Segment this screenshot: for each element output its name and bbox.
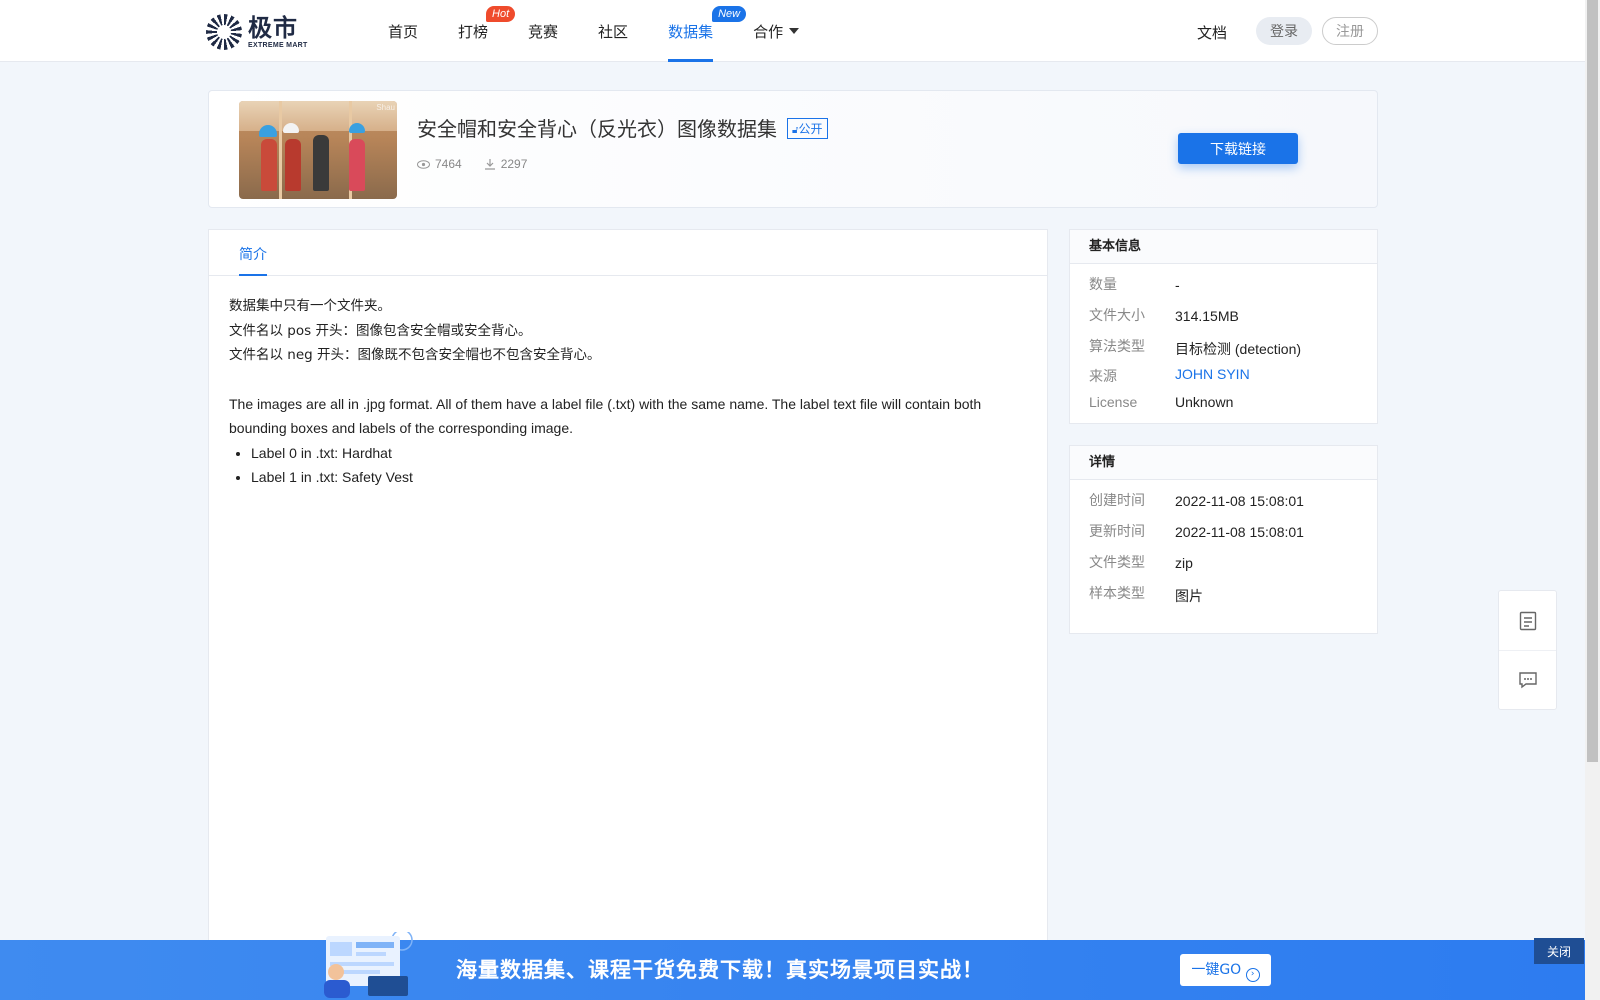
- details-title: 详情: [1070, 446, 1377, 480]
- detail-value: 图片: [1175, 589, 1203, 605]
- eye-icon: [417, 159, 430, 169]
- promo-illustration: [324, 932, 413, 998]
- dataset-header-card: Shau 安全帽和安全背心（反光衣）图像数据集 🔓︎公开 7464 2297 下载…: [208, 90, 1378, 208]
- detail-value: zip: [1175, 555, 1193, 571]
- main-nav: 首页 打榜 Hot 竞赛 社区 数据集 New 合作: [388, 0, 839, 62]
- register-button[interactable]: 注册: [1322, 17, 1378, 45]
- detail-key: 创建时间: [1089, 493, 1145, 509]
- banner-go-button[interactable]: 一键GO ›: [1180, 954, 1271, 986]
- nav-community-label: 社区: [598, 22, 629, 41]
- logo-en-text: EXTREME MART: [248, 41, 308, 49]
- list-item: Label 1 in .txt: Safety Vest: [251, 465, 1027, 490]
- downloads-stat: 2297: [484, 157, 528, 171]
- detail-key: 样本类型: [1089, 586, 1145, 602]
- nav-cooperation[interactable]: 合作: [753, 0, 800, 62]
- detail-value: 2022-11-08 15:08:01: [1175, 524, 1304, 540]
- detail-row-created: 创建时间 2022-11-08 15:08:01: [1070, 490, 1377, 521]
- floating-toolbar: [1498, 590, 1557, 710]
- logo-mark-icon: [206, 14, 242, 50]
- logo-cn-text: 极市: [248, 13, 298, 42]
- visibility-tag-label: 公开: [798, 122, 823, 136]
- document-tool-button[interactable]: [1499, 591, 1556, 650]
- list-item: Label 0 in .txt: Hardhat: [251, 441, 1027, 466]
- download-link-button[interactable]: 下载链接: [1178, 133, 1298, 164]
- top-header: 极市 EXTREME MART 首页 打榜 Hot 竞赛 社区 数据集 New 合作…: [0, 0, 1585, 62]
- intro-content: 数据集中只有一个文件夹。 文件名以 pos 开头：图像包含安全帽或安全背心。 文…: [209, 276, 1047, 508]
- detail-row-sampletype: 样本类型 图片: [1070, 583, 1377, 614]
- intro-cn-line: 数据集中只有一个文件夹。: [229, 298, 391, 314]
- downloads-count: 2297: [500, 157, 528, 171]
- nav-competition-label: 竞赛: [528, 22, 559, 41]
- promo-banner: 海量数据集、课程干货免费下载！真实场景项目实战！ 一键GO › 关闭: [0, 932, 1585, 1000]
- comment-icon: [1518, 672, 1537, 689]
- nav-home-label: 首页: [388, 22, 419, 41]
- thumbnail-watermark: Shau: [376, 103, 395, 112]
- info-row-algorithm: 算法类型 目标检测 (detection): [1070, 336, 1377, 366]
- banner-go-label: 一键GO: [1191, 961, 1242, 978]
- info-value: Unknown: [1175, 394, 1234, 410]
- hot-badge: Hot: [486, 6, 516, 22]
- site-logo[interactable]: 极市 EXTREME MART: [206, 14, 308, 50]
- label-list: Label 0 in .txt: Hardhat Label 1 in .txt…: [251, 441, 1027, 490]
- nav-leaderboard-label: 打榜: [458, 22, 489, 41]
- intro-cn-line: 文件名以 pos 开头：图像包含安全帽或安全背心。: [229, 322, 532, 339]
- login-button[interactable]: 登录: [1256, 17, 1312, 45]
- detail-row-filetype: 文件类型 zip: [1070, 552, 1377, 583]
- intro-panel: 简介 数据集中只有一个文件夹。 文件名以 pos 开头：图像包含安全帽或安全背心…: [208, 229, 1048, 949]
- docs-link[interactable]: 文档: [1197, 22, 1227, 43]
- download-icon: [484, 159, 495, 170]
- document-icon: [1519, 611, 1536, 630]
- info-key: 文件大小: [1089, 308, 1145, 324]
- source-link[interactable]: JOHN SYIN: [1175, 366, 1250, 394]
- tab-intro[interactable]: 简介: [239, 244, 267, 276]
- arrow-right-circle-icon: ›: [1245, 967, 1260, 982]
- new-badge: New: [712, 6, 747, 22]
- nav-competition[interactable]: 竞赛: [528, 0, 558, 62]
- intro-en-paragraph: The images are all in .jpg format. All o…: [229, 395, 982, 437]
- nav-datasets-label: 数据集: [668, 22, 714, 41]
- nav-home[interactable]: 首页: [388, 0, 418, 62]
- dataset-title-text: 安全帽和安全背心（反光衣）图像数据集: [417, 117, 777, 141]
- detail-key: 文件类型: [1089, 555, 1145, 571]
- intro-cn-line: 文件名以 neg 开头：图像既不包含安全帽也不包含安全背心。: [229, 347, 601, 363]
- dataset-thumbnail: Shau: [239, 101, 397, 199]
- info-value: 314.15MB: [1175, 308, 1239, 324]
- nav-leaderboard[interactable]: 打榜 Hot: [458, 0, 516, 62]
- info-key: 算法类型: [1089, 339, 1145, 355]
- info-value: -: [1175, 277, 1180, 293]
- info-row-source: 来源 JOHN SYIN: [1070, 366, 1377, 394]
- detail-row-updated: 更新时间 2022-11-08 15:08:01: [1070, 521, 1377, 552]
- info-key: 来源: [1089, 369, 1117, 385]
- nav-community[interactable]: 社区: [598, 0, 628, 62]
- dataset-stats: 7464 2297: [417, 157, 527, 171]
- nav-cooperation-label: 合作: [753, 22, 784, 41]
- comment-tool-button[interactable]: [1499, 650, 1556, 709]
- detail-value: 2022-11-08 15:08:01: [1175, 493, 1304, 509]
- details-card: 详情 创建时间 2022-11-08 15:08:01 更新时间 2022-11-0…: [1069, 445, 1378, 634]
- caret-down-icon: [789, 28, 800, 34]
- dataset-title: 安全帽和安全背心（反光衣）图像数据集 🔓︎公开: [417, 113, 828, 142]
- views-count: 7464: [435, 157, 462, 171]
- banner-close-button[interactable]: 关闭: [1534, 938, 1584, 964]
- nav-datasets[interactable]: 数据集 New: [668, 0, 747, 62]
- basic-info-card: 基本信息 数量 - 文件大小 314.15MB 算法类型 目标检测 (detectio…: [1069, 229, 1378, 424]
- info-row-size: 文件大小 314.15MB: [1070, 305, 1377, 336]
- info-key: License: [1089, 394, 1138, 410]
- info-row-license: License Unknown: [1070, 394, 1377, 422]
- page-scrollbar[interactable]: [1585, 0, 1600, 1000]
- visibility-tag: 🔓︎公开: [787, 118, 828, 139]
- scrollbar-thumb[interactable]: [1587, 0, 1598, 762]
- views-stat: 7464: [417, 157, 462, 171]
- basic-info-title: 基本信息: [1070, 230, 1377, 264]
- detail-key: 更新时间: [1089, 524, 1145, 540]
- info-row-count: 数量 -: [1070, 274, 1377, 305]
- banner-text: 海量数据集、课程干货免费下载！真实场景项目实战！: [456, 957, 984, 982]
- info-value: 目标检测 (detection): [1175, 341, 1302, 357]
- tab-bar: 简介: [209, 230, 1047, 276]
- info-key: 数量: [1089, 277, 1117, 293]
